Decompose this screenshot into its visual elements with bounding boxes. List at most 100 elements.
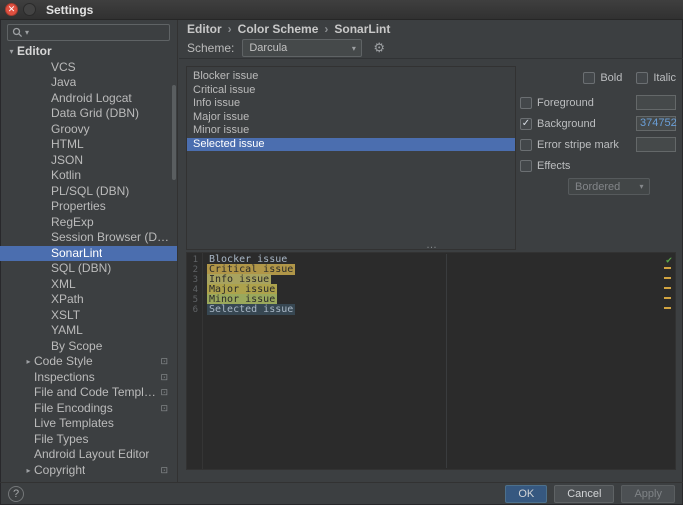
tree-item-file-and-code-templates[interactable]: File and Code Templates ⊡ [0,385,177,401]
tree-item-xslt[interactable]: XSLT [0,308,177,324]
preview-editor[interactable]: 123456 Blocker issue Critical issue Info i… [186,252,676,470]
window-title: Settings [46,2,94,17]
preview-text-selected-issue: Selected issue [207,304,296,315]
inspection-status-icon[interactable]: ✔ [666,255,672,266]
foreground-checkbox[interactable]: Foreground [520,96,636,109]
tree-item-label: File Encodings [34,400,113,415]
tree-item-live-templates[interactable]: Live Templates [0,416,177,432]
tree-item-android-layout-editor[interactable]: Android Layout Editor [0,447,177,463]
preview-line[interactable]: Info issue [207,274,675,285]
background-color-field[interactable]: 374752 [636,116,677,131]
scheme-dropdown[interactable]: Darcula ▾ [242,39,363,57]
tree-item-kotlin[interactable]: Kotlin [0,168,177,184]
sidebar-scrollbar-thumb[interactable] [172,85,176,180]
stripe-mark-warning[interactable] [664,277,671,279]
tree-collapsed-icon[interactable]: ▸ [23,354,34,370]
italic-label: Italic [653,72,676,84]
issue-item-minor-issue[interactable]: Minor issue [187,124,515,138]
ok-button[interactable]: OK [505,485,548,503]
effects-style-value: Bordered [575,180,621,193]
tree-item-code-style[interactable]: ▸ Code Style ⊡ [0,354,177,370]
tree-item-label: PL/SQL (DBN) [51,183,130,198]
stripe-mark-warning[interactable] [664,307,671,309]
tree-item-json[interactable]: JSON [0,153,177,169]
effects-checkbox-box [520,159,532,172]
tree-item-xpath[interactable]: XPath [0,292,177,308]
project-settings-icon: ⊡ [160,464,168,475]
tree-item-xml[interactable]: XML [0,277,177,293]
tree-item-label: SQL (DBN) [51,261,112,275]
background-checkbox[interactable]: ✓ Background [520,117,636,130]
foreground-label: Foreground [537,96,594,109]
tree-item-data-grid-dbn[interactable]: Data Grid (DBN) [0,106,177,122]
preview-line[interactable]: Critical issue [207,264,675,275]
breadcrumb-item-color-scheme[interactable]: Color Scheme [238,22,319,36]
foreground-color-field[interactable] [636,95,676,110]
main-panel: Editor › Color Scheme › SonarLint Scheme: Da… [179,20,683,482]
close-button[interactable]: ✕ [5,3,18,16]
tree-item-properties[interactable]: Properties [0,199,177,215]
tree-item-pl-sql-dbn[interactable]: PL/SQL (DBN) [0,184,177,200]
tree-item-label: RegExp [51,214,94,229]
tree-item-html[interactable]: HTML [0,137,177,153]
gear-icon[interactable]: ⚙ [373,40,385,56]
error-stripe-label: Error stripe mark [537,138,619,151]
issue-item-info-issue[interactable]: Info issue [187,97,515,111]
tree-item-android-logcat[interactable]: Android Logcat [0,91,177,107]
stripe-mark-warning[interactable] [664,287,671,289]
editor-gutter: 123456 [187,253,203,469]
tree-item-yaml[interactable]: YAML [0,323,177,339]
issue-item-selected-issue[interactable]: Selected issue [187,137,515,151]
search-icon [12,27,23,38]
effects-checkbox[interactable]: Effects [520,159,676,172]
tree-item-file-encodings[interactable]: File Encodings ⊡ [0,401,177,417]
tree-expanded-icon[interactable]: ▾ [6,44,17,60]
issue-item-critical-issue[interactable]: Critical issue [187,84,515,98]
breadcrumb-item-editor[interactable]: Editor [187,22,222,36]
search-input[interactable]: ▾ [7,24,170,41]
tree-item-vcs[interactable]: VCS [0,60,177,76]
sidebar: ▾ ▾ Editor VCS Java Android Logcat Data Grid … [0,20,178,482]
tree-item-groovy[interactable]: Groovy [0,122,177,138]
scheme-label: Scheme: [187,41,235,55]
tree-item-java[interactable]: Java [0,75,177,91]
foreground-checkbox-box [520,96,532,109]
tree-item-inspections[interactable]: Inspections ⊡ [0,370,177,386]
tree-item-sonarlint[interactable]: SonarLint [0,245,177,261]
issue-item-major-issue[interactable]: Major issue [187,111,515,125]
bold-checkbox[interactable]: Bold [583,72,622,84]
error-stripe-checkbox[interactable]: Error stripe mark [520,138,636,151]
stripe-mark-warning[interactable] [664,297,671,299]
issue-item-blocker-issue[interactable]: Blocker issue [187,70,515,84]
preview-line[interactable]: Selected issue [207,304,675,315]
minimize-button[interactable] [23,3,36,16]
splitter-handle[interactable]: … [426,239,438,251]
tree-item-editor[interactable]: ▾ Editor [0,44,177,60]
effects-style-dropdown[interactable]: Bordered ▾ [568,178,650,195]
tree-item-file-types[interactable]: File Types [0,432,177,448]
settings-tree: ▾ Editor VCS Java Android Logcat Data Grid (D… [0,44,177,482]
project-settings-icon: ⊡ [160,356,168,366]
tree-item-session-browser-dbn[interactable]: Session Browser (DBN) [0,230,177,246]
tree-item-copyright[interactable]: ▸ Copyright ⊡ [0,463,177,479]
tree-item-sql-dbn[interactable]: SQL (DBN) [0,261,177,277]
italic-checkbox[interactable]: Italic [636,72,676,84]
tree-item-label: Live Templates [34,416,114,430]
tree-item-by-scope[interactable]: By Scope [0,339,177,355]
editor-code[interactable]: Blocker issue Critical issue Info issue Maj… [203,253,675,469]
tree-collapsed-icon[interactable]: ▸ [23,463,34,479]
chevron-down-icon: ▾ [25,28,30,37]
tree-item-regexp[interactable]: RegExp [0,215,177,231]
help-button[interactable]: ? [8,486,24,502]
cancel-button[interactable]: Cancel [554,485,615,503]
foreground-row: Foreground [520,92,676,113]
titlebar: ✕ Settings [0,0,683,20]
tree-item-label: Android Logcat [51,90,132,105]
background-checkbox-box: ✓ [520,117,532,130]
effects-label: Effects [537,159,571,172]
breadcrumb-item-sonarlint[interactable]: SonarLint [334,22,390,36]
preview-line[interactable]: Major issue [207,284,675,295]
error-stripe[interactable]: ✔ [662,254,674,468]
error-stripe-color-field[interactable] [636,137,676,152]
stripe-mark-warning[interactable] [664,267,671,269]
